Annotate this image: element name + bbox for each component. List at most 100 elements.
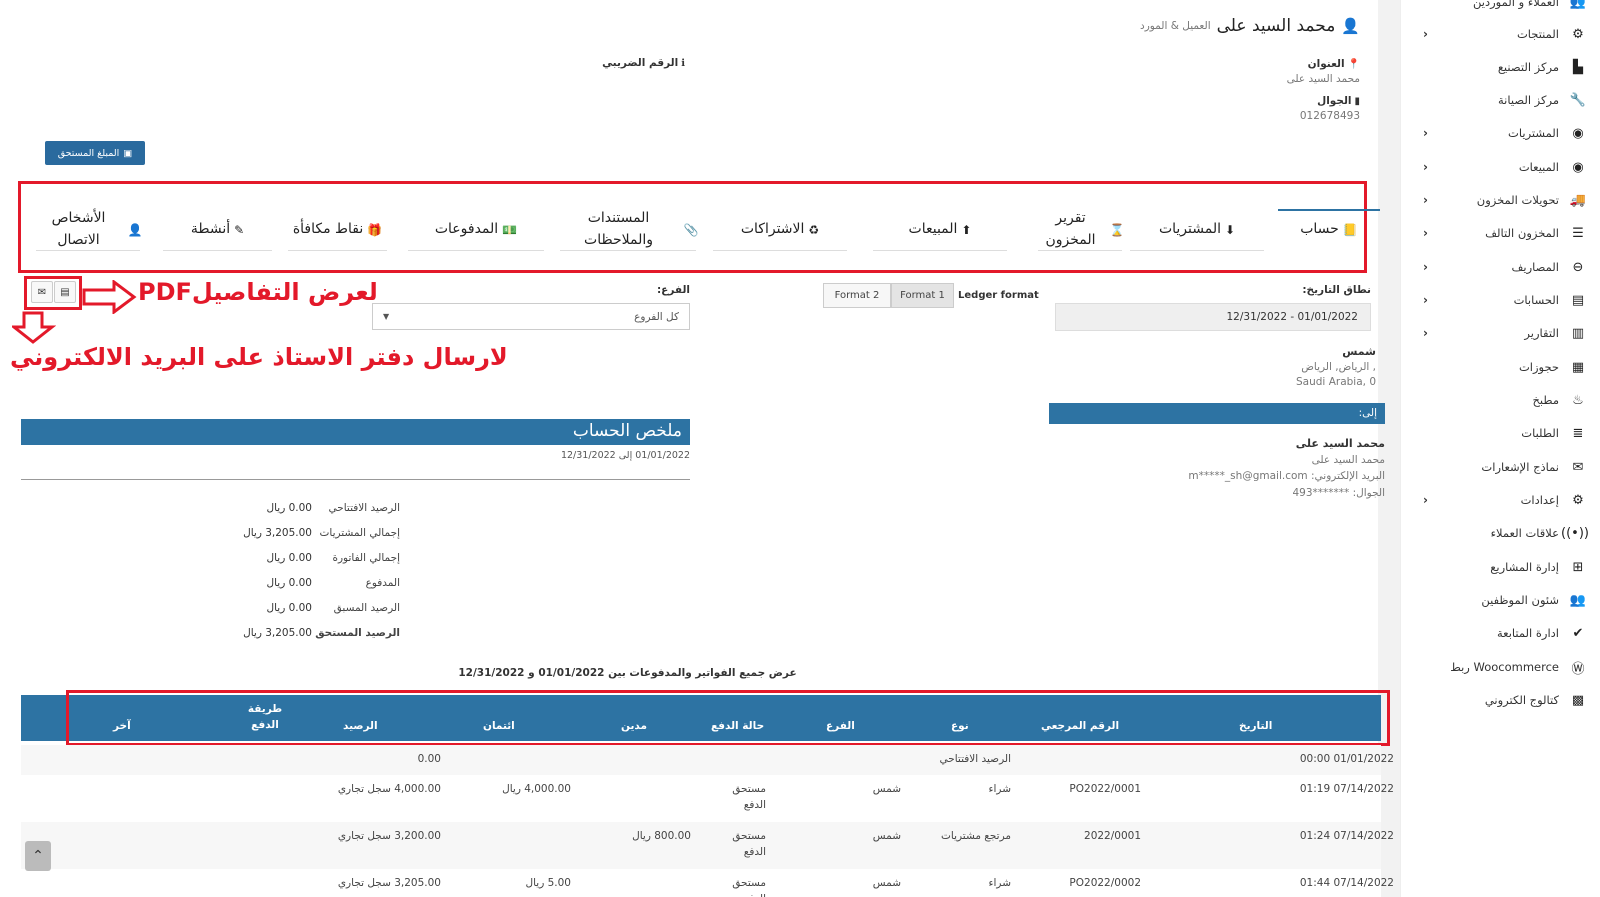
sidebar-item[interactable]: ≣ الطلبات (1401, 421, 1600, 445)
tab-underline (288, 250, 387, 251)
cell-branch: شمس (872, 877, 901, 889)
tab[interactable]: 📒 حساب (1270, 207, 1388, 253)
tab[interactable]: 📎 المستندات والملاحظات (552, 207, 704, 253)
cell-status: مستحق الدفع (732, 830, 766, 859)
sidebar-item[interactable]: ♨ مطبخ (1401, 388, 1600, 412)
table-header-highlight (66, 690, 1390, 746)
tax-number: ℹ الرقم الضريبي (560, 57, 685, 69)
cubes-icon: ⚙ (1572, 26, 1584, 42)
cell-ref: 2022/0001 (1084, 830, 1141, 842)
sidebar-item[interactable]: ▦ حجوزات (1401, 355, 1600, 379)
date-range-input[interactable]: 12/31/2022 - 01/01/2022 (1055, 303, 1371, 331)
pdf-annotation: لعرض التفاصيلPDF (138, 278, 378, 306)
tab[interactable]: 🎁 نقاط مكافأة (280, 207, 395, 253)
edit-icon: ✎ (234, 222, 245, 237)
amount-due-button[interactable]: ▣ المبلغ المستحق (45, 141, 145, 165)
format2-button[interactable]: Format 2 (823, 283, 891, 308)
money-icon: ▣ (123, 147, 133, 159)
sidebar-item[interactable]: ⚙ المنتجات ‹ (1401, 22, 1600, 46)
summary-row: الرصيد الافتتاحي 0.00 ريال (200, 502, 400, 518)
factory-icon: ▙ (1573, 59, 1583, 75)
sidebar-item-label: إعدادات (1520, 493, 1559, 507)
sidebar-item[interactable]: ◉ المشتريات ‹ (1401, 121, 1600, 145)
sidebar-item[interactable]: ✉ نماذج الإشعارات (1401, 455, 1600, 479)
chevron-left-icon[interactable]: ‹ (1423, 27, 1428, 41)
cell-debit: 800.00 ريال (632, 830, 691, 842)
arrow-down-annotation (12, 311, 56, 344)
hourglass-icon: ⌛ (1109, 222, 1125, 237)
sidebar-item-label: المنتجات (1516, 27, 1559, 41)
sidebar-item[interactable]: ⊞ إدارة المشاريع (1401, 555, 1600, 579)
tab[interactable]: ⬇ المشتريات (1122, 207, 1272, 253)
business-country: Saudi Arabia, 0 (1296, 376, 1376, 388)
chevron-left-icon[interactable]: ‹ (1423, 193, 1428, 207)
pdf-ledger-button[interactable]: ▤ (54, 281, 76, 303)
arrow-up-circle-icon: ◉ (1572, 159, 1584, 175)
chevron-left-icon[interactable]: ‹ (1423, 260, 1428, 274)
tab-label: المدفوعات (434, 221, 499, 238)
sidebar-item[interactable]: ((•)) علاقات العملاء (1401, 521, 1600, 545)
scroll-top-button[interactable]: ⌃ (25, 841, 51, 871)
recipient-email: m*****_sh@gmail.com (1188, 470, 1308, 483)
sidebar-item[interactable]: ◉ المبيعات ‹ (1401, 155, 1600, 179)
sidebar-item-label: مركز التصنيع (1497, 60, 1559, 74)
recipient-block: محمد السيد على محمد السيد على البريد الإ… (1100, 435, 1385, 501)
tab[interactable]: 💵 المدفوعات (400, 207, 552, 253)
list-icon: ≣ (1572, 425, 1584, 441)
tab[interactable]: 👤 الأشخاص الاتصال (28, 207, 148, 253)
wrench-icon: 🔧 (1569, 92, 1587, 108)
sidebar-item[interactable]: ⊖ المصاريف ‹ (1401, 255, 1600, 279)
tab[interactable]: ✎ أنشطة (155, 207, 280, 253)
sidebar-item[interactable]: 🚚 تحويلات المخزون ‹ (1401, 188, 1600, 212)
sidebar-item[interactable]: ⚙ إعدادات ‹ (1401, 488, 1600, 512)
chevron-left-icon[interactable]: ‹ (1423, 326, 1428, 340)
summary-label: الرصيد المستحق (315, 627, 400, 639)
arrow-down-circle-icon: ⬇ (1224, 222, 1236, 237)
branch-select[interactable]: كل الفروع ▼ (372, 303, 690, 330)
chevron-left-icon[interactable]: ‹ (1423, 126, 1428, 140)
caret-down-icon: ▼ (383, 312, 390, 321)
sidebar-item[interactable]: ▤ الحسابات ‹ (1401, 288, 1600, 312)
chevron-left-icon[interactable]: ‹ (1423, 160, 1428, 174)
tab-underline (1038, 250, 1122, 251)
calendar-icon: ▦ (1571, 359, 1585, 375)
email-ledger-button[interactable]: ✉ (31, 281, 53, 303)
sidebar-item[interactable]: ☰ المخزون التالف ‹ (1401, 221, 1600, 245)
sidebar-item-label: مركز الصيانة (1498, 93, 1559, 107)
tab[interactable]: ♻ الاشتراكات (705, 207, 855, 253)
address-value: محمد السيد على (1286, 73, 1360, 85)
sidebar-item[interactable]: ▥ التقارير ‹ (1401, 321, 1600, 345)
wordpress-icon: Ⓦ (1571, 661, 1585, 677)
tab-label: أنشطة (190, 221, 231, 238)
branch-select-value: كل الفروع (634, 310, 679, 323)
mobile-icon: ▮ (1354, 95, 1360, 107)
tab-underline (713, 250, 847, 251)
cell-balance: 4,000.00 سجل تجاري (337, 783, 441, 795)
format1-button[interactable]: Format 1 (891, 283, 954, 308)
user-icon: 👤 (1341, 17, 1360, 35)
sidebar-item[interactable]: ✔ ادارة المتابعة (1401, 621, 1600, 645)
sidebar-item[interactable]: 👥 العملاء و الموردين (1401, 0, 1600, 14)
tax-label: الرقم الضريبي (602, 57, 679, 69)
fire-icon: ♨ (1572, 392, 1584, 408)
sidebar-item[interactable]: Ⓦ Woocommerce ربط (1401, 655, 1600, 679)
sidebar-item[interactable]: 🔧 مركز الصيانة (1401, 88, 1600, 112)
sidebar-item[interactable]: ▩ كتالوج الكتروني (1401, 688, 1600, 712)
summary-period: 01/01/2022 إلى 12/31/2022 (560, 450, 690, 461)
money-icon: 💵 (502, 222, 518, 237)
sidebar-item-label: نماذج الإشعارات (1481, 460, 1559, 474)
summary-label: المدفوع (365, 577, 400, 589)
chevron-left-icon[interactable]: ‹ (1423, 493, 1428, 507)
chevron-left-icon[interactable]: ‹ (1423, 226, 1428, 240)
tab[interactable]: ⌛ تقرير المخزون (1030, 207, 1130, 253)
tab[interactable]: ⬆ المبيعات (865, 207, 1015, 253)
contact-name: محمد السيد على (1216, 16, 1336, 36)
cell-type: شراء (988, 877, 1011, 889)
project-icon: ⊞ (1572, 559, 1584, 575)
tab-label: تقرير المخزون (1045, 210, 1096, 248)
sidebar-item[interactable]: ▙ مركز التصنيع (1401, 55, 1600, 79)
chevron-left-icon[interactable]: ‹ (1423, 293, 1428, 307)
truck-icon: 🚚 (1569, 192, 1587, 208)
sidebar-item[interactable]: 👥 شئون الموظفين (1401, 588, 1600, 612)
cell-credit: 4,000.00 ريال (502, 783, 571, 795)
